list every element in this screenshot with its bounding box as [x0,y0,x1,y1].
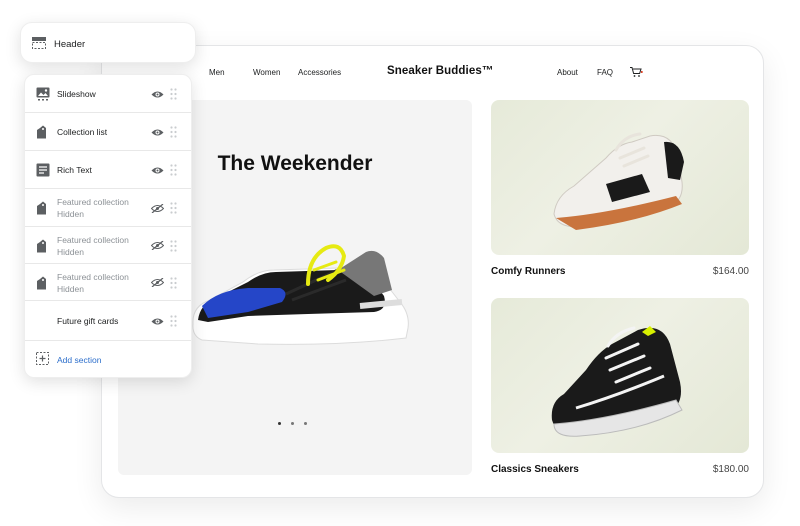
drag-handle-icon[interactable] [170,126,177,138]
section-item[interactable]: Featured collection Hidden [25,227,191,264]
text-icon [36,163,50,177]
product-name-comfy-runners[interactable]: Comfy Runners [491,266,565,277]
section-item[interactable]: Collection list [25,113,191,151]
store-preview-frame: Men Women Accessories Sneaker Buddies™ A… [101,45,764,498]
comfy-runners-sneaker-image [553,132,684,230]
nav-link-men[interactable]: Men [209,68,225,77]
product-card-comfy-runners[interactable]: Comfy Runners $164.00 [491,100,749,277]
section-item[interactable]: Rich Text [25,151,191,189]
nav-link-women[interactable]: Women [253,68,280,77]
section-item-status: Hidden [57,209,84,219]
drag-handle-icon[interactable] [170,239,177,252]
section-item-label: Featured collection [57,197,129,207]
drag-handle-icon[interactable] [170,276,177,289]
slide-dot-1[interactable] [278,422,281,425]
section-item[interactable]: Future gift cards [25,301,191,341]
nav-link-faq[interactable]: FAQ [597,68,613,77]
collection-icon [37,125,46,139]
hero-sneaker-image [192,244,409,345]
collection-icon [37,239,46,252]
add-section-button[interactable]: Add section [25,341,191,377]
eye-icon[interactable] [151,128,164,137]
eye-icon[interactable] [151,90,164,99]
slideshow-dots[interactable] [278,412,317,430]
product-card-classics-sneakers[interactable]: Classics Sneakers $180.00 [491,298,749,475]
product-name-classics-sneakers[interactable]: Classics Sneakers [491,464,579,475]
nav-link-accessories[interactable]: Accessories [298,68,341,77]
add-section-label: Add section [57,355,102,365]
section-item-label: Slideshow [57,89,96,99]
section-item-label: Collection list [57,127,108,137]
section-item-label: Future gift cards [57,316,119,326]
store-nav: Men Women Accessories Sneaker Buddies™ A… [102,46,763,98]
section-item-label: Rich Text [57,165,92,175]
product-price-comfy-runners: $164.00 [712,266,749,277]
eye-hidden-icon[interactable] [151,241,164,250]
header-section-card[interactable]: Header [20,22,196,63]
slide-dot-2[interactable] [291,422,294,425]
eye-icon[interactable] [151,317,164,326]
section-item[interactable]: Featured collection Hidden [25,264,191,301]
section-item-status: Hidden [57,283,84,294]
eye-icon[interactable] [151,166,164,175]
section-item-status: Hidden [57,246,84,257]
section-item[interactable]: Slideshow [25,75,191,113]
drag-handle-icon[interactable] [170,202,177,214]
store-brand[interactable]: Sneaker Buddies™ [387,65,493,77]
section-item-label: Featured collection [57,271,129,282]
sections-panel: Slideshow Collection list Rich Text Feature… [24,74,192,378]
collection-icon [37,201,46,215]
collection-icon [37,276,46,289]
slide-dot-3[interactable] [304,422,307,425]
product-image-classics-sneakers[interactable] [491,298,749,453]
add-section-icon [36,352,49,365]
drag-handle-icon[interactable] [170,88,177,100]
header-layout-icon [32,37,46,49]
eye-hidden-icon[interactable] [151,278,164,287]
product-image-comfy-runners[interactable] [491,100,749,255]
nav-link-about[interactable]: About [557,68,578,77]
drag-handle-icon[interactable] [170,315,177,327]
slideshow-icon [36,87,50,101]
section-item-label: Featured collection [57,234,129,245]
drag-handle-icon[interactable] [170,164,177,176]
eye-hidden-icon[interactable] [151,203,164,213]
product-price-classics-sneakers: $180.00 [712,464,749,475]
classics-sneakers-sneaker-image [551,326,683,437]
section-item[interactable]: Featured collection Hidden [25,189,191,227]
cart-icon[interactable] [629,66,643,78]
header-section-label: Header [54,39,86,50]
